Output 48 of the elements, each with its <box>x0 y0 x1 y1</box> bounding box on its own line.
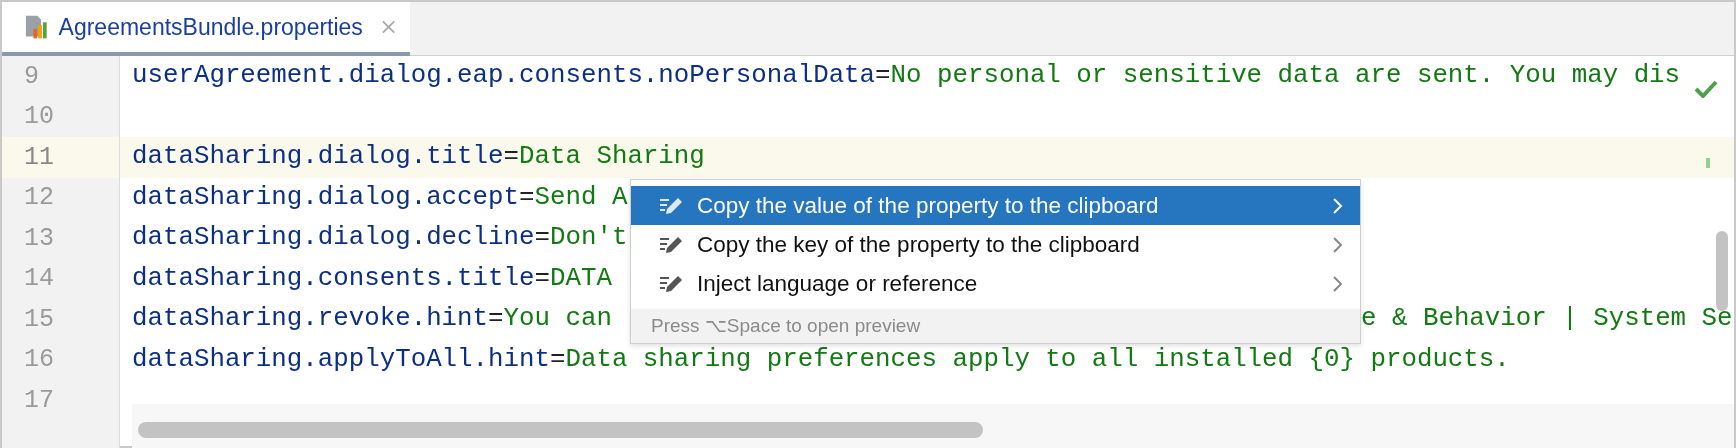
line-number: 13 <box>23 222 55 255</box>
menu-item[interactable]: Copy the value of the property to the clipboard <box>631 186 1360 225</box>
property-value: Send A <box>534 183 628 212</box>
line-number: 10 <box>23 101 55 133</box>
horizontal-scrollbar[interactable] <box>132 404 1734 448</box>
chevron-icon <box>1332 235 1344 254</box>
equals-sign: = <box>534 264 550 293</box>
property-key: dataSharing.consents.title <box>132 264 535 293</box>
property-value: e & Behavior | System Se <box>1361 305 1733 334</box>
property-key: dataSharing.applyToAll.hint <box>132 345 550 374</box>
line-number: 16 <box>23 344 55 376</box>
popup-hint: Press ⌥Space to open preview <box>631 309 1360 343</box>
equals-sign: = <box>534 224 550 253</box>
property-value: Don't <box>550 224 628 253</box>
property-value: DATA <box>550 264 612 293</box>
check-icon[interactable] <box>1694 80 1718 98</box>
line-number: 12 <box>23 182 55 214</box>
property-value: Data Sharing <box>519 143 705 172</box>
close-icon[interactable] <box>380 19 396 35</box>
scroll-marker <box>1706 158 1710 168</box>
equals-sign: = <box>488 305 504 334</box>
line-number: 14 <box>23 263 55 295</box>
equals-sign: = <box>875 62 891 91</box>
chevron-icon <box>1332 274 1344 293</box>
property-value: Data sharing preferences apply to all installed {0} products. <box>565 345 1510 374</box>
equals-sign: = <box>519 183 535 212</box>
property-key: dataSharing.dialog.title <box>132 143 504 172</box>
chevron-icon <box>1332 196 1344 215</box>
equals-sign: = <box>503 143 520 172</box>
property-key: dataSharing.dialog.decline <box>132 224 535 253</box>
property-value: No personal or sensitive data are sent. You may dis <box>890 62 1681 91</box>
property-value: You can <box>503 305 612 334</box>
properties-file-icon <box>24 13 49 41</box>
pencil-icon <box>659 195 683 216</box>
property-key: dataSharing.revoke.hint <box>132 305 489 334</box>
file-tab[interactable]: AgreementsBundle.properties <box>2 2 410 56</box>
scrollbar-thumb[interactable] <box>138 422 983 438</box>
line-number: 9 <box>23 60 40 93</box>
menu-item[interactable]: Copy the key of the property to the clipboard <box>631 225 1360 264</box>
line-number: 11 <box>2 137 119 178</box>
pencil-icon <box>659 273 683 294</box>
line-number: 15 <box>23 303 55 336</box>
menu-item[interactable]: Inject language or reference <box>631 264 1360 303</box>
equals-sign: = <box>550 345 566 374</box>
pencil-icon <box>659 234 683 255</box>
property-key: dataSharing.dialog.accept <box>132 183 520 212</box>
property-key: userAgreement.dialog.eap.consents.noPersonalData <box>132 62 876 91</box>
line-number: 17 <box>23 384 55 417</box>
